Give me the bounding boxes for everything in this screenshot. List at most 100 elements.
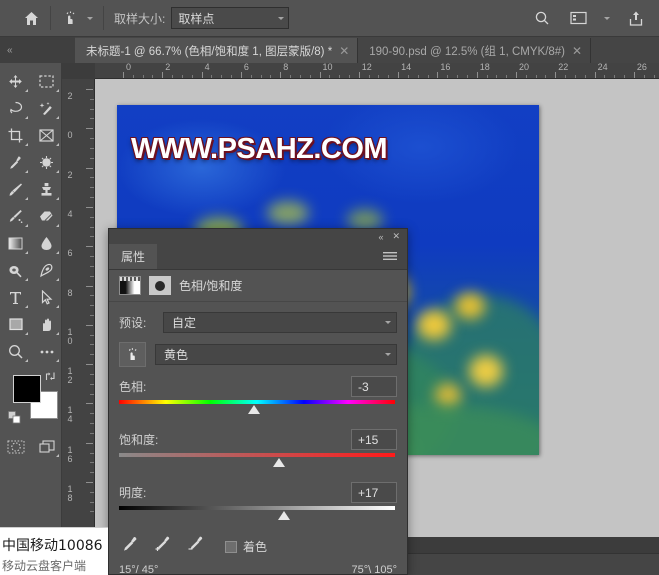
- ruler-tick: [123, 72, 124, 78]
- gradient-thumbnail-icon[interactable]: [119, 276, 141, 295]
- ruler-tick: [516, 72, 517, 78]
- panel-menu-icon[interactable]: [383, 244, 407, 269]
- ruler-minor-tick: [447, 75, 449, 78]
- ruler-label: 20: [519, 63, 530, 72]
- ruler-minor-tick: [90, 462, 94, 464]
- rectangular-marquee-tool[interactable]: [31, 68, 62, 95]
- on-image-adjustment-icon[interactable]: [119, 342, 146, 367]
- ruler-label: 4: [204, 63, 210, 72]
- saturation-slider-knob[interactable]: [272, 458, 285, 467]
- eyedropper-tool[interactable]: [0, 149, 31, 176]
- lightness-slider-knob[interactable]: [278, 511, 291, 520]
- ruler-tick: [86, 324, 93, 326]
- colorize-checkbox[interactable]: 着色: [225, 538, 267, 555]
- properties-panel-titlebar: « ✕: [109, 229, 407, 244]
- path-selection-tool[interactable]: [31, 284, 62, 311]
- ruler-minor-tick: [260, 75, 262, 78]
- frame-tool[interactable]: [31, 122, 62, 149]
- hand-tool[interactable]: [31, 311, 62, 338]
- ruler-minor-tick: [90, 147, 94, 149]
- edit-toolbar-more[interactable]: [31, 338, 62, 365]
- document-tab-2[interactable]: 190-90.psd @ 12.5% (组 1, CMYK/8#) ✕: [358, 38, 592, 63]
- workspace-layout-icon[interactable]: [565, 4, 591, 32]
- panel-collapse-toggle[interactable]: «: [0, 37, 75, 63]
- ruler-minor-tick: [90, 305, 94, 307]
- mode-buttons: [0, 433, 61, 460]
- default-colors-icon[interactable]: [8, 411, 21, 429]
- shape-tool[interactable]: [0, 311, 31, 338]
- clone-stamp-tool[interactable]: [31, 176, 62, 203]
- tab-properties[interactable]: 属性: [109, 244, 158, 269]
- screen-mode-icon[interactable]: [31, 433, 62, 460]
- lasso-tool[interactable]: [0, 95, 31, 122]
- workspace-chevron-icon[interactable]: [601, 4, 613, 32]
- hue-slider-knob[interactable]: [247, 405, 260, 414]
- saturation-slider-track[interactable]: [119, 452, 397, 473]
- eyedropper-subtract-icon[interactable]: [186, 535, 205, 558]
- ruler-minor-tick: [221, 75, 223, 78]
- ruler-tick: [86, 167, 93, 169]
- hue-value-input[interactable]: -3: [351, 376, 397, 397]
- pen-tool[interactable]: [31, 257, 62, 284]
- horizontal-ruler[interactable]: 0 2 4 6 8 10 12 14 16 18 20 22 24 26: [95, 63, 659, 79]
- toolbar-divider: [50, 6, 51, 30]
- ruler-tick: [86, 364, 93, 366]
- channel-select[interactable]: 黄色: [155, 344, 397, 365]
- collapse-chevrons-icon[interactable]: «: [378, 232, 383, 242]
- brush-tool[interactable]: [0, 176, 31, 203]
- eraser-tool[interactable]: [31, 203, 62, 230]
- swap-colors-icon[interactable]: [45, 371, 56, 385]
- preset-select[interactable]: 自定: [163, 312, 397, 333]
- foreground-color-swatch[interactable]: [13, 375, 41, 403]
- eyedropper-icon[interactable]: [121, 535, 139, 558]
- hue-slider-track[interactable]: [119, 399, 397, 420]
- options-divider: [103, 6, 104, 30]
- lightness-slider-track[interactable]: [119, 505, 397, 526]
- ruler-minor-tick: [506, 75, 508, 78]
- quick-mask-icon[interactable]: [0, 433, 31, 460]
- tool-preset-chevron-icon[interactable]: [83, 4, 97, 32]
- ruler-minor-tick: [211, 75, 213, 78]
- close-icon[interactable]: ✕: [572, 45, 582, 57]
- crop-tool[interactable]: [0, 122, 31, 149]
- ruler-minor-tick: [90, 187, 94, 189]
- history-brush-tool[interactable]: [0, 203, 31, 230]
- color-sampler-hand-icon[interactable]: [57, 4, 83, 32]
- share-export-icon[interactable]: [623, 4, 649, 32]
- blur-tool[interactable]: [31, 230, 62, 257]
- dodge-tool[interactable]: [0, 257, 31, 284]
- lightness-value: +17: [358, 485, 379, 500]
- move-tool[interactable]: [0, 68, 31, 95]
- ruler-tick: [633, 72, 635, 78]
- spot-healing-brush-tool[interactable]: [31, 149, 62, 176]
- ruler-minor-tick: [90, 373, 94, 375]
- zoom-tool[interactable]: [0, 338, 31, 365]
- vertical-ruler[interactable]: 2 0 2 4 6 8 10 12 14 16 18: [62, 79, 95, 537]
- magic-wand-tool[interactable]: [31, 95, 62, 122]
- ruler-minor-tick: [90, 432, 94, 434]
- ruler-minor-tick: [142, 75, 144, 78]
- photoshop-window: 取样大小: 取样点 « 未标题-1 @ 66.7% (色相/饱和度 1, 图层蒙…: [0, 0, 659, 575]
- eyedropper-add-icon[interactable]: [153, 535, 172, 558]
- document-tab-1[interactable]: 未标题-1 @ 66.7% (色相/饱和度 1, 图层蒙版/8) * ✕: [75, 38, 359, 63]
- type-tool[interactable]: [0, 284, 31, 311]
- document-tab-bar: « 未标题-1 @ 66.7% (色相/饱和度 1, 图层蒙版/8) * ✕ 1…: [0, 37, 659, 63]
- ruler-minor-tick: [250, 75, 252, 78]
- sample-size-select[interactable]: 取样点: [171, 7, 290, 29]
- home-icon[interactable]: [18, 4, 44, 32]
- ruler-tick: [86, 206, 93, 208]
- close-icon[interactable]: ✕: [392, 231, 400, 242]
- search-icon[interactable]: [529, 4, 555, 32]
- range-left-label: 15°/ 45°: [119, 564, 159, 575]
- close-icon[interactable]: ✕: [339, 45, 349, 57]
- eyedropper-row: 着色: [121, 535, 397, 558]
- properties-panel: « ✕ 属性 色相/饱和度 预设: 自定 黄色 色相: -3 饱和度: +15 …: [108, 228, 408, 575]
- ruler-label: 18: [479, 63, 490, 72]
- lightness-label: 明度:: [119, 486, 147, 500]
- gradient-tool[interactable]: [0, 230, 31, 257]
- flower-blob: [469, 355, 503, 387]
- layer-mask-thumbnail-icon[interactable]: [149, 276, 171, 295]
- ruler-minor-tick: [299, 75, 301, 78]
- lightness-value-input[interactable]: +17: [351, 482, 397, 503]
- saturation-value-input[interactable]: +15: [351, 429, 397, 450]
